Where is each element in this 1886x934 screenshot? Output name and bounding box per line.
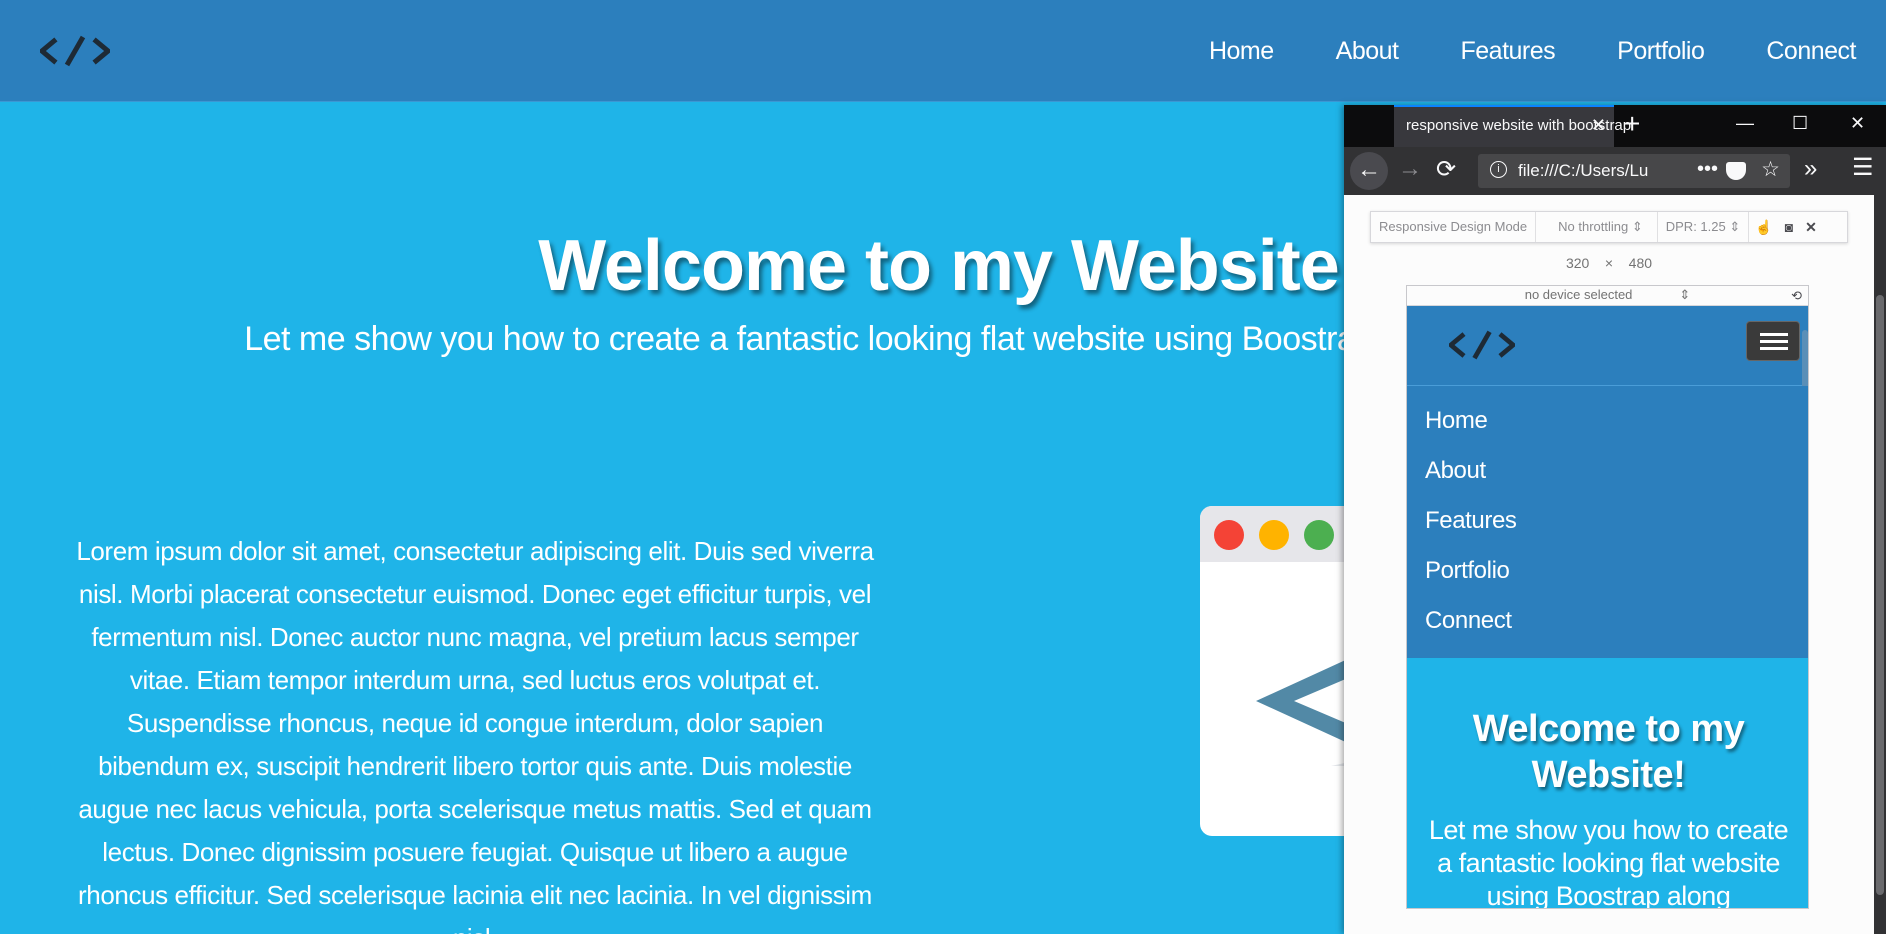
overflow-chevron-icon[interactable]: » (1804, 155, 1817, 183)
close-tab-icon[interactable]: ✕ (1591, 115, 1606, 136)
code-brackets-icon[interactable] (40, 33, 110, 69)
mobile-hero-title: Welcome to my Website! (1472, 708, 1745, 796)
minimize-icon[interactable]: — (1736, 113, 1754, 134)
browser-viewport: Responsive Design Mode No throttling ⇕ D… (1344, 195, 1874, 934)
mobile-hero-subtitle: Let me show you how to create a fantasti… (1428, 815, 1789, 909)
navbar-toggler-button[interactable] (1746, 321, 1800, 361)
camera-icon[interactable]: ◙ (1779, 219, 1799, 235)
url-bar[interactable]: i file:///C:/Users/Lu ••• ☆ (1478, 154, 1790, 188)
tab-bar: responsive website with bootstrap ✕ + — … (1344, 105, 1886, 147)
site-nav-links: Home About Features Portfolio Connect (1209, 0, 1886, 102)
firefox-window: responsive website with bootstrap ✕ + — … (1344, 105, 1886, 934)
nav-toolbar: ← → ⟳ i file:///C:/Users/Lu ••• ☆ » ☰ (1344, 147, 1886, 195)
close-rdm-icon[interactable]: ✕ (1799, 219, 1823, 236)
viewport-dimensions: 320 × 480 (1344, 255, 1874, 271)
mobile-navbar (1407, 306, 1808, 400)
bookmark-star-icon[interactable]: ☆ (1761, 157, 1780, 182)
device-selector[interactable]: no device selected ⇕ ⟲ (1407, 286, 1808, 306)
mobile-menu: Home About Features Portfolio Connect (1407, 386, 1808, 658)
throttling-select[interactable]: No throttling ⇕ (1536, 212, 1658, 242)
nav-link-home[interactable]: Home (1209, 37, 1274, 66)
responsive-design-toolbar: Responsive Design Mode No throttling ⇕ D… (1370, 211, 1848, 243)
mobile-nav-about[interactable]: About (1407, 446, 1808, 496)
viewport-height[interactable]: 480 (1629, 255, 1652, 271)
yellow-dot-icon (1259, 520, 1289, 550)
browser-tab[interactable]: responsive website with bootstrap ✕ (1394, 105, 1631, 147)
browser-illustration (1200, 506, 1360, 836)
device-frame: no device selected ⇕ ⟲ Home About Featur… (1406, 285, 1809, 909)
red-dot-icon (1214, 520, 1244, 550)
new-tab-icon[interactable]: + (1624, 110, 1640, 138)
rotate-icon[interactable]: ⟲ (1791, 287, 1802, 305)
more-actions-icon[interactable]: ••• (1697, 158, 1718, 181)
mobile-nav-home[interactable]: Home (1407, 396, 1808, 446)
nav-link-portfolio[interactable]: Portfolio (1617, 37, 1705, 66)
pocket-icon[interactable] (1726, 162, 1746, 180)
info-icon[interactable]: i (1490, 161, 1507, 178)
nav-link-connect[interactable]: Connect (1766, 37, 1856, 66)
forward-arrow-icon[interactable]: → (1398, 155, 1422, 183)
body-paragraph: Lorem ipsum dolor sit amet, consectetur … (76, 536, 874, 934)
illustration-titlebar (1200, 506, 1360, 562)
url-text: file:///C:/Users/Lu (1518, 161, 1649, 180)
nav-link-features[interactable]: Features (1460, 37, 1555, 66)
reload-icon[interactable]: ⟳ (1436, 155, 1456, 184)
dpr-select[interactable]: DPR: 1.25 ⇕ (1658, 212, 1750, 242)
back-arrow-icon[interactable]: ← (1350, 152, 1388, 190)
code-brackets-icon[interactable] (1449, 326, 1515, 364)
browser-scrollbar[interactable] (1874, 195, 1886, 934)
green-dot-icon (1304, 520, 1334, 550)
nav-link-about[interactable]: About (1336, 37, 1399, 66)
scrollbar-thumb[interactable] (1876, 295, 1884, 895)
maximize-icon[interactable]: ☐ (1792, 113, 1808, 134)
touch-icon[interactable]: ☝ (1749, 219, 1778, 236)
site-navbar: Home About Features Portfolio Connect (0, 0, 1886, 102)
mobile-nav-connect[interactable]: Connect (1407, 596, 1808, 646)
viewport-width[interactable]: 320 (1566, 255, 1589, 271)
rdm-label: Responsive Design Mode (1371, 212, 1537, 242)
times-sign: × (1604, 255, 1614, 271)
close-window-icon[interactable]: ✕ (1850, 113, 1865, 134)
mobile-nav-portfolio[interactable]: Portfolio (1407, 546, 1808, 596)
hamburger-menu-icon[interactable]: ☰ (1852, 153, 1874, 182)
mobile-nav-features[interactable]: Features (1407, 496, 1808, 546)
